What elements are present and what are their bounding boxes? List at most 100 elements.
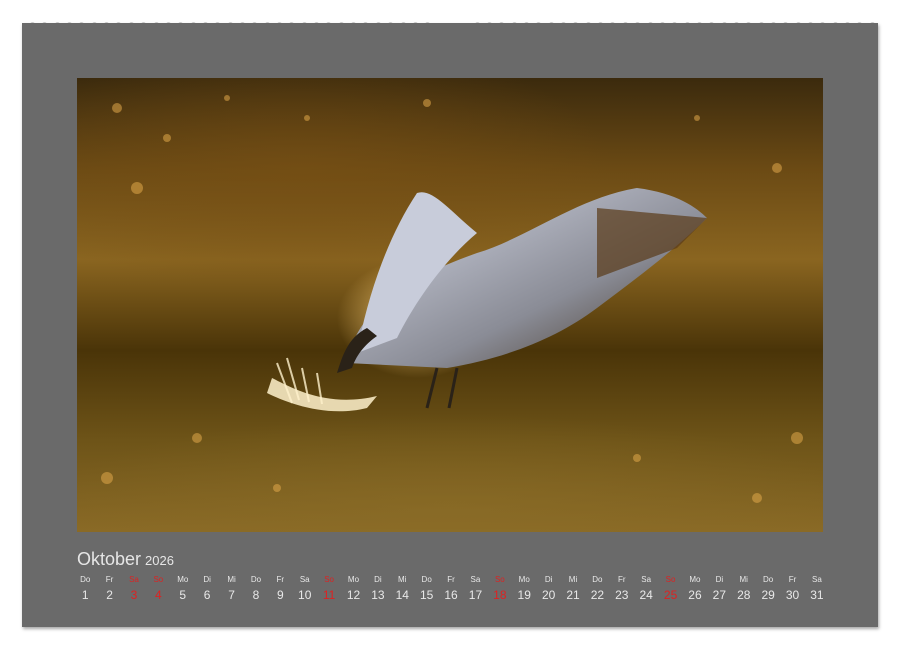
day-column: Mo 19 (512, 574, 536, 603)
day-column: So 25 (658, 574, 682, 603)
day-number: 16 (444, 588, 458, 602)
weekday-label: Sa (129, 575, 139, 584)
weekday-label: Mo (518, 575, 530, 584)
crane-taking-off-icon (101, 95, 803, 503)
weekday-label: Do (592, 575, 603, 584)
day-number: 9 (276, 588, 284, 602)
weekday-label: Mi (398, 575, 407, 584)
day-strip: Do 1 Fr 2 Sa 3 So 4 Mo 5 Di 6 Mi 7 Do 8 Fr 9 Sa 10 So 11 Mo 12 D… (73, 574, 829, 603)
day-column: Do 29 (756, 574, 780, 603)
day-column: Di 13 (366, 574, 390, 603)
day-column: Fr 2 (97, 574, 121, 603)
day-column: Fr 30 (780, 574, 804, 603)
day-number: 24 (639, 588, 653, 602)
weekday-label: So (153, 575, 164, 584)
day-number: 10 (298, 588, 312, 602)
weekday-label: Mo (347, 575, 360, 584)
day-number: 12 (346, 588, 361, 602)
day-column: Do 15 (414, 574, 438, 603)
day-column: Do 22 (585, 574, 609, 603)
weekday-label: Fr (447, 575, 455, 584)
weekday-label: So (665, 575, 676, 584)
weekday-label: Di (715, 575, 724, 584)
day-column: Sa 17 (463, 574, 487, 603)
weekday-label: Di (203, 575, 211, 584)
weekday-label: So (494, 575, 505, 584)
day-column: So 4 (146, 574, 170, 603)
day-number: 1 (81, 588, 89, 602)
day-number: 11 (322, 588, 336, 602)
day-number: 13 (371, 588, 385, 602)
weekday-label: Mi (568, 575, 578, 584)
day-column: Sa 31 (805, 574, 829, 603)
month-name: Oktober (77, 549, 142, 569)
weekday-label: Fr (618, 575, 626, 584)
day-column: Do 8 (244, 574, 268, 603)
day-column: Sa 3 (122, 574, 146, 603)
day-number: 8 (252, 588, 260, 602)
day-number: 20 (541, 588, 556, 602)
day-column: Di 20 (536, 574, 560, 603)
month-heading: Oktober 2026 (77, 549, 174, 570)
day-column: Sa 24 (634, 574, 658, 603)
day-column: So 11 (317, 574, 341, 603)
day-number: 3 (130, 588, 138, 602)
day-column: Mo 26 (683, 574, 707, 603)
day-number: 14 (395, 588, 409, 602)
weekday-label: Mo (689, 575, 701, 584)
day-column: Di 6 (195, 574, 219, 603)
day-column: Mo 12 (341, 574, 365, 603)
day-number: 27 (712, 588, 727, 602)
day-number: 15 (419, 588, 434, 602)
day-number: 29 (761, 588, 775, 602)
day-number: 4 (155, 588, 162, 602)
weekday-label: Mo (177, 575, 189, 584)
day-number: 21 (566, 588, 580, 602)
day-number: 22 (590, 588, 605, 602)
day-column: Mo 5 (171, 574, 195, 603)
day-number: 2 (106, 588, 113, 602)
calendar-page: Oktober 2026 Do 1 Fr 2 Sa 3 So 4 Mo 5 Di 6 Mi 7 Do 8 Fr 9 S… (22, 23, 878, 627)
day-number: 18 (493, 588, 507, 602)
day-column: Fr 9 (268, 574, 292, 603)
day-column: Sa 10 (293, 574, 317, 603)
day-number: 19 (517, 588, 531, 602)
weekday-label: Do (763, 575, 774, 584)
year: 2026 (145, 553, 174, 568)
day-number: 31 (810, 588, 824, 602)
day-number: 17 (468, 588, 483, 602)
weekday-label: Sa (812, 575, 822, 584)
weekday-label: Do (421, 575, 432, 584)
day-number: 5 (179, 588, 187, 602)
day-column: Mi 21 (561, 574, 585, 603)
day-number: 23 (615, 588, 629, 602)
day-number: 25 (663, 588, 678, 602)
weekday-label: So (324, 575, 334, 584)
day-number: 26 (688, 588, 702, 602)
day-column: Do 1 (73, 574, 97, 603)
day-number: 30 (785, 588, 800, 602)
day-number: 6 (203, 588, 211, 602)
weekday-label: Sa (470, 575, 481, 584)
day-column: Fr 16 (439, 574, 463, 603)
weekday-label: Do (80, 575, 91, 584)
weekday-label: Sa (641, 575, 652, 584)
weekday-label: Fr (788, 575, 797, 584)
weekday-label: Di (544, 575, 553, 584)
day-column: Di 27 (707, 574, 731, 603)
weekday-label: Fr (276, 575, 285, 584)
day-column: Mi 28 (732, 574, 756, 603)
day-number: 7 (228, 588, 235, 602)
day-column: Fr 23 (610, 574, 634, 603)
weekday-label: Sa (299, 575, 310, 584)
weekday-label: Do (250, 575, 262, 584)
day-column: Mi 7 (219, 574, 243, 603)
weekday-label: Di (374, 575, 382, 584)
weekday-label: Fr (105, 575, 114, 584)
weekday-label: Mi (739, 575, 748, 584)
day-number: 28 (737, 588, 751, 602)
weekday-label: Mi (227, 575, 236, 584)
calendar-photo (77, 78, 823, 532)
day-column: Mi 14 (390, 574, 414, 603)
day-column: So 18 (488, 574, 512, 603)
